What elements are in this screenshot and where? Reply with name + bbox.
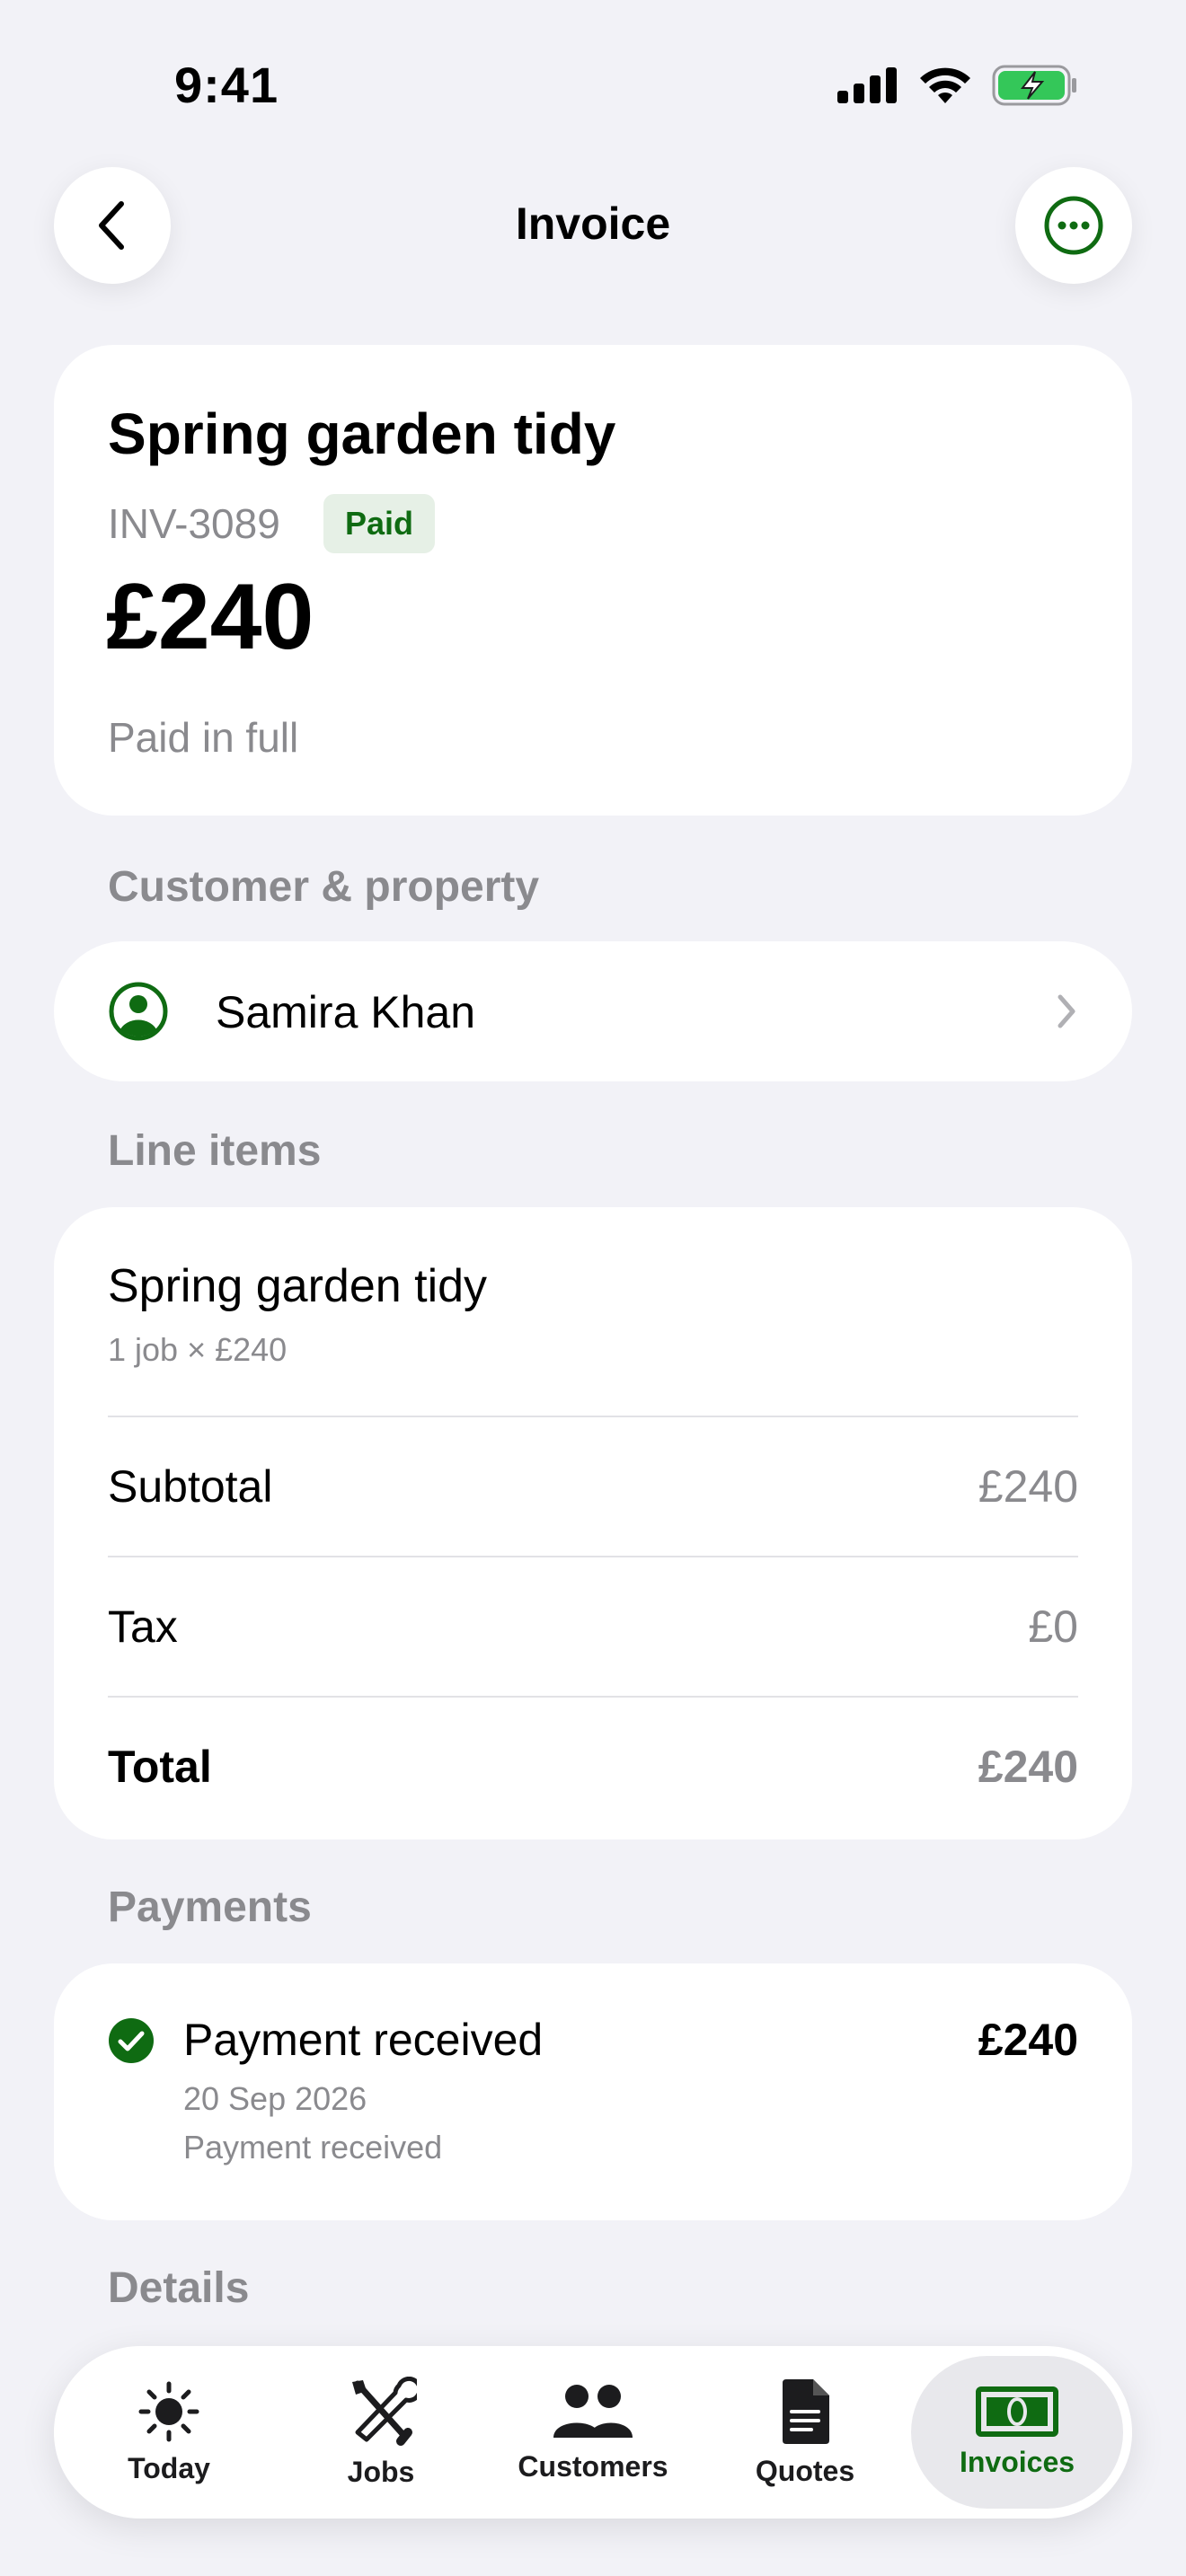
tax-value: £0	[1028, 1601, 1078, 1652]
document-icon	[783, 2378, 829, 2444]
payment-date: 20 Sep 2026	[183, 2080, 367, 2117]
battery-charging-icon	[992, 65, 1076, 106]
tab-customers-label: Customers	[518, 2449, 668, 2483]
payment-title: Payment received	[183, 2015, 544, 2065]
more-options-button[interactable]	[1015, 167, 1132, 284]
line-item-quantity: 1 job × £240	[108, 1331, 288, 1368]
subtotal-row: Subtotal £240	[108, 1416, 1078, 1556]
line-item-title: Spring garden tidy	[108, 1260, 488, 1312]
page-title: Invoice	[515, 198, 671, 249]
tax-row: Tax £0	[108, 1556, 1078, 1696]
tab-invoices-label: Invoices	[959, 2445, 1075, 2478]
total-value: £240	[978, 1742, 1078, 1792]
total-label: Total	[108, 1742, 212, 1792]
tab-bar: Today Jobs Customers Quotes Invoices	[54, 2346, 1132, 2519]
tab-quotes[interactable]: Quotes	[699, 2356, 911, 2509]
section-label-line-items: Line items	[108, 1127, 322, 1175]
invoice-title: Spring garden tidy	[108, 401, 616, 466]
subtotal-value: £240	[978, 1461, 1078, 1512]
invoice-number: INV-3089	[108, 500, 280, 547]
tab-jobs[interactable]: Jobs	[275, 2356, 487, 2509]
tab-today[interactable]: Today	[63, 2356, 275, 2509]
payment-note: Payment received	[183, 2129, 443, 2166]
people-icon	[553, 2384, 633, 2438]
banknote-icon	[976, 2386, 1058, 2437]
cellular-signal-icon	[837, 67, 897, 103]
status-time: 9:41	[174, 57, 279, 113]
tools-icon	[352, 2376, 417, 2446]
tax-label: Tax	[108, 1601, 178, 1652]
payment-amount: £240	[978, 2015, 1078, 2065]
customer-row[interactable]: Samira Khan	[54, 941, 1132, 1081]
sun-icon	[138, 2381, 199, 2441]
customer-name: Samira Khan	[216, 987, 476, 1037]
ellipsis-circle-icon	[1044, 196, 1103, 255]
status-badge: Paid	[323, 494, 436, 553]
checkmark-circle-icon	[109, 2018, 154, 2063]
status-bar: 9:41	[0, 0, 1186, 162]
invoice-amount: £240	[106, 565, 314, 669]
tab-customers[interactable]: Customers	[487, 2356, 699, 2509]
person-circle-icon	[109, 982, 168, 1041]
section-label-details: Details	[108, 2264, 250, 2312]
tab-today-label: Today	[128, 2451, 210, 2484]
tab-jobs-label: Jobs	[347, 2455, 415, 2488]
subtotal-label: Subtotal	[108, 1461, 273, 1512]
chevron-right-icon	[1058, 994, 1075, 1028]
wifi-icon	[920, 67, 970, 103]
line-items-card: Spring garden tidy 1 job × £240 Subtotal…	[54, 1207, 1132, 1839]
status-icons	[837, 65, 1078, 106]
tab-invoices[interactable]: Invoices	[911, 2356, 1123, 2509]
section-label-customer: Customer & property	[108, 863, 540, 911]
payment-status-text: Paid in full	[108, 714, 299, 761]
invoice-summary-card: Spring garden tidy INV-3089 Paid £240 Pa…	[54, 345, 1132, 816]
payment-card[interactable]: Payment received £240 20 Sep 2026 Paymen…	[54, 1963, 1132, 2220]
total-row: Total £240	[108, 1696, 1078, 1836]
section-label-payments: Payments	[108, 1883, 312, 1931]
tab-quotes-label: Quotes	[755, 2454, 855, 2487]
